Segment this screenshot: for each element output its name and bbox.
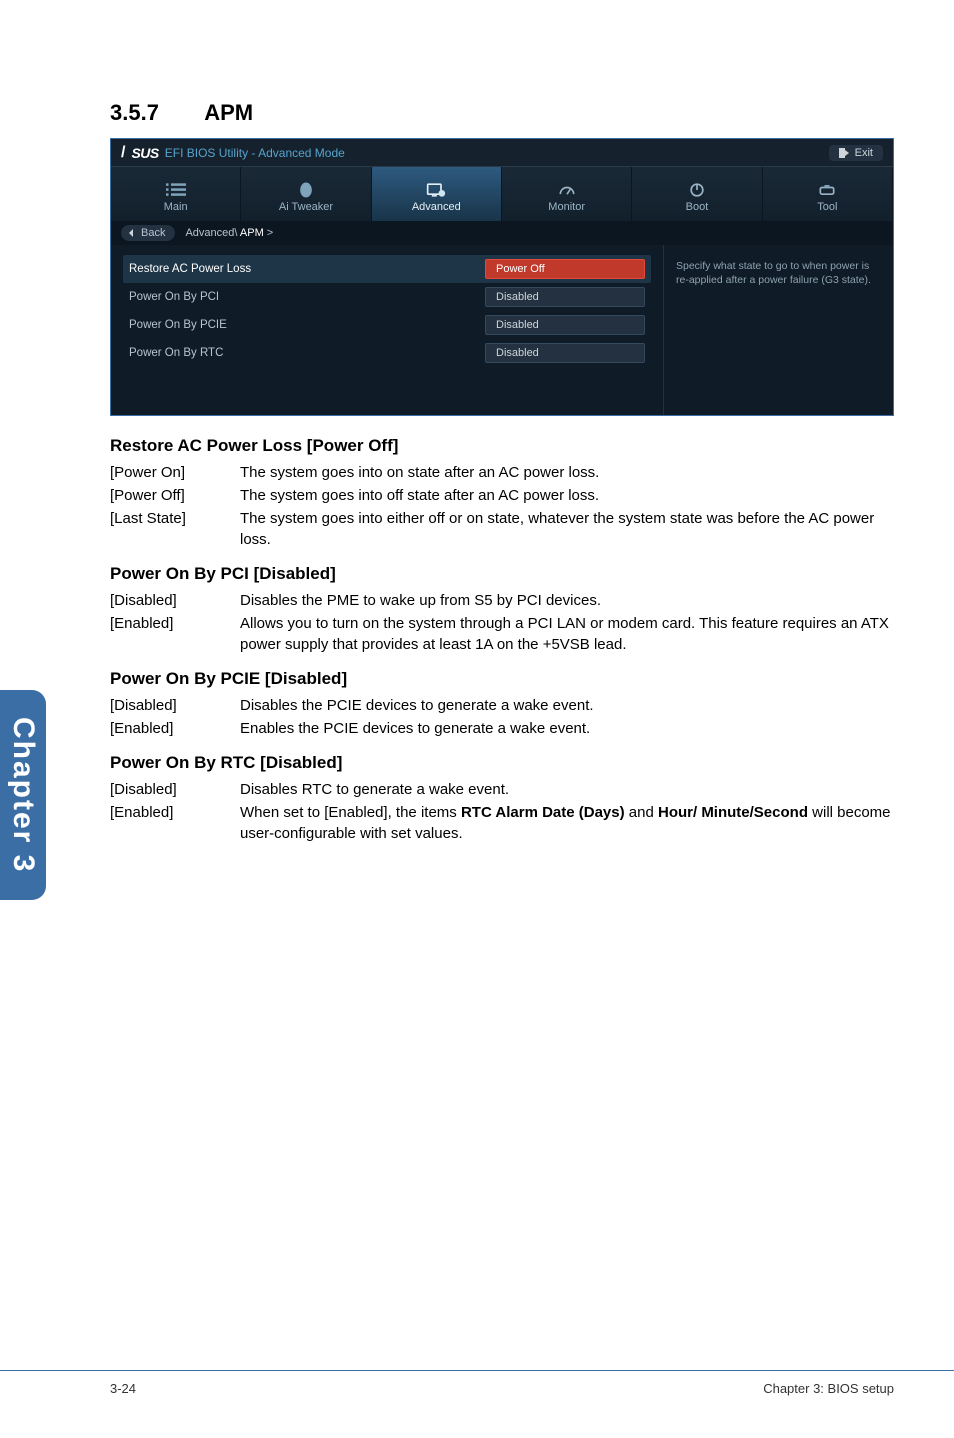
- tab-label: Ai Tweaker: [279, 201, 333, 213]
- doc-description: Disables the PCIE devices to generate a …: [240, 695, 894, 716]
- doc-definition-row: [Power On]The system goes into on state …: [110, 462, 894, 483]
- mouse-icon: [296, 181, 316, 199]
- section-title: APM: [204, 100, 253, 125]
- page-footer: 3-24 Chapter 3: BIOS setup: [0, 1370, 954, 1396]
- bios-body: Restore AC Power Loss Power Off Power On…: [111, 245, 893, 415]
- setting-value[interactable]: Disabled: [485, 287, 645, 307]
- back-label: Back: [141, 227, 165, 239]
- breadcrumb-current: APM: [240, 227, 264, 239]
- tab-label: Monitor: [548, 201, 585, 213]
- section-heading: 3.5.7 APM: [110, 100, 894, 126]
- doc-item-heading: Restore AC Power Loss [Power Off]: [110, 436, 894, 456]
- doc-term: [Last State]: [110, 508, 240, 550]
- setting-row-rtc[interactable]: Power On By RTC Disabled: [123, 339, 651, 367]
- list-icon: [166, 181, 186, 199]
- bios-breadcrumb: Back Advanced\ APM >: [111, 221, 893, 245]
- breadcrumb-suffix: >: [264, 227, 273, 239]
- doc-description: Allows you to turn on the system through…: [240, 613, 894, 655]
- tab-advanced[interactable]: Advanced: [372, 167, 502, 221]
- doc-term: [Disabled]: [110, 590, 240, 611]
- doc-term: [Disabled]: [110, 779, 240, 800]
- doc-definition-row: [Enabled]Enables the PCIE devices to gen…: [110, 718, 894, 739]
- bios-tabs: Main Ai Tweaker Advanced Monitor Boot To…: [111, 167, 893, 221]
- tab-label: Boot: [686, 201, 709, 213]
- doc-description: The system goes into on state after an A…: [240, 462, 894, 483]
- bios-window: / SUS EFI BIOS Utility - Advanced Mode Ex…: [110, 138, 894, 416]
- chapter-sidebar-label: Chapter 3: [6, 717, 40, 873]
- doc-definition-row: [Power Off]The system goes into off stat…: [110, 485, 894, 506]
- monitor-info-icon: [426, 181, 446, 199]
- doc-definition-row: [Disabled]Disables the PME to wake up fr…: [110, 590, 894, 611]
- doc-term: [Power Off]: [110, 485, 240, 506]
- tab-label: Advanced: [412, 201, 461, 213]
- setting-value[interactable]: Disabled: [485, 343, 645, 363]
- doc-definition-row: [Disabled]Disables RTC to generate a wak…: [110, 779, 894, 800]
- exit-label: Exit: [855, 147, 873, 159]
- documentation-body: Restore AC Power Loss [Power Off] [Power …: [110, 436, 894, 844]
- page-number: 3-24: [110, 1381, 136, 1396]
- bios-help-panel: Specify what state to go to when power i…: [663, 245, 893, 415]
- tab-boot[interactable]: Boot: [632, 167, 762, 221]
- setting-label: Power On By PCIE: [129, 319, 475, 331]
- brand-text: SUS: [131, 145, 158, 161]
- doc-definition-row: [Enabled]Allows you to turn on the syste…: [110, 613, 894, 655]
- doc-term: [Power On]: [110, 462, 240, 483]
- doc-description: The system goes into either off or on st…: [240, 508, 894, 550]
- bios-settings-panel: Restore AC Power Loss Power Off Power On…: [111, 245, 663, 415]
- setting-label: Restore AC Power Loss: [129, 263, 475, 275]
- exit-icon: [839, 148, 849, 158]
- tab-label: Tool: [817, 201, 837, 213]
- tab-main[interactable]: Main: [111, 167, 241, 221]
- doc-description: Disables the PME to wake up from S5 by P…: [240, 590, 894, 611]
- tab-monitor[interactable]: Monitor: [502, 167, 632, 221]
- doc-description: Enables the PCIE devices to generate a w…: [240, 718, 894, 739]
- brand-slash-icon: /: [121, 144, 125, 162]
- setting-label: Power On By PCI: [129, 291, 475, 303]
- section-number: 3.5.7: [110, 100, 159, 125]
- power-icon: [687, 181, 707, 199]
- tab-label: Main: [164, 201, 188, 213]
- doc-description: When set to [Enabled], the items RTC Ala…: [240, 802, 894, 844]
- tool-icon: [817, 181, 837, 199]
- setting-row-restore-ac[interactable]: Restore AC Power Loss Power Off: [123, 255, 651, 283]
- bios-mode-label: EFI BIOS Utility - Advanced Mode: [165, 146, 345, 160]
- setting-row-pci[interactable]: Power On By PCI Disabled: [123, 283, 651, 311]
- help-text: Specify what state to go to when power i…: [676, 259, 881, 287]
- setting-value[interactable]: Disabled: [485, 315, 645, 335]
- doc-definition-row: [Last State]The system goes into either …: [110, 508, 894, 550]
- doc-term: [Enabled]: [110, 802, 240, 844]
- doc-description: The system goes into off state after an …: [240, 485, 894, 506]
- doc-term: [Disabled]: [110, 695, 240, 716]
- exit-button[interactable]: Exit: [829, 145, 883, 161]
- doc-item-heading: Power On By PCIE [Disabled]: [110, 669, 894, 689]
- setting-label: Power On By RTC: [129, 347, 475, 359]
- tab-tool[interactable]: Tool: [763, 167, 893, 221]
- chapter-label: Chapter 3: BIOS setup: [763, 1381, 894, 1396]
- bios-title: / SUS EFI BIOS Utility - Advanced Mode: [121, 144, 345, 162]
- back-arrow-icon: [127, 228, 137, 238]
- doc-item-heading: Power On By PCI [Disabled]: [110, 564, 894, 584]
- doc-item-heading: Power On By RTC [Disabled]: [110, 753, 894, 773]
- doc-definition-row: [Disabled]Disables the PCIE devices to g…: [110, 695, 894, 716]
- setting-row-pcie[interactable]: Power On By PCIE Disabled: [123, 311, 651, 339]
- back-button[interactable]: Back: [121, 225, 175, 241]
- doc-description: Disables RTC to generate a wake event.: [240, 779, 894, 800]
- doc-definition-row: [Enabled]When set to [Enabled], the item…: [110, 802, 894, 844]
- breadcrumb-prefix: Advanced\: [185, 227, 239, 239]
- doc-term: [Enabled]: [110, 613, 240, 655]
- bios-titlebar: / SUS EFI BIOS Utility - Advanced Mode Ex…: [111, 139, 893, 167]
- gauge-icon: [557, 181, 577, 199]
- setting-value[interactable]: Power Off: [485, 259, 645, 279]
- doc-term: [Enabled]: [110, 718, 240, 739]
- breadcrumb-path: Advanced\ APM >: [185, 227, 273, 239]
- chapter-sidebar-tab: Chapter 3: [0, 690, 46, 900]
- tab-ai-tweaker[interactable]: Ai Tweaker: [241, 167, 371, 221]
